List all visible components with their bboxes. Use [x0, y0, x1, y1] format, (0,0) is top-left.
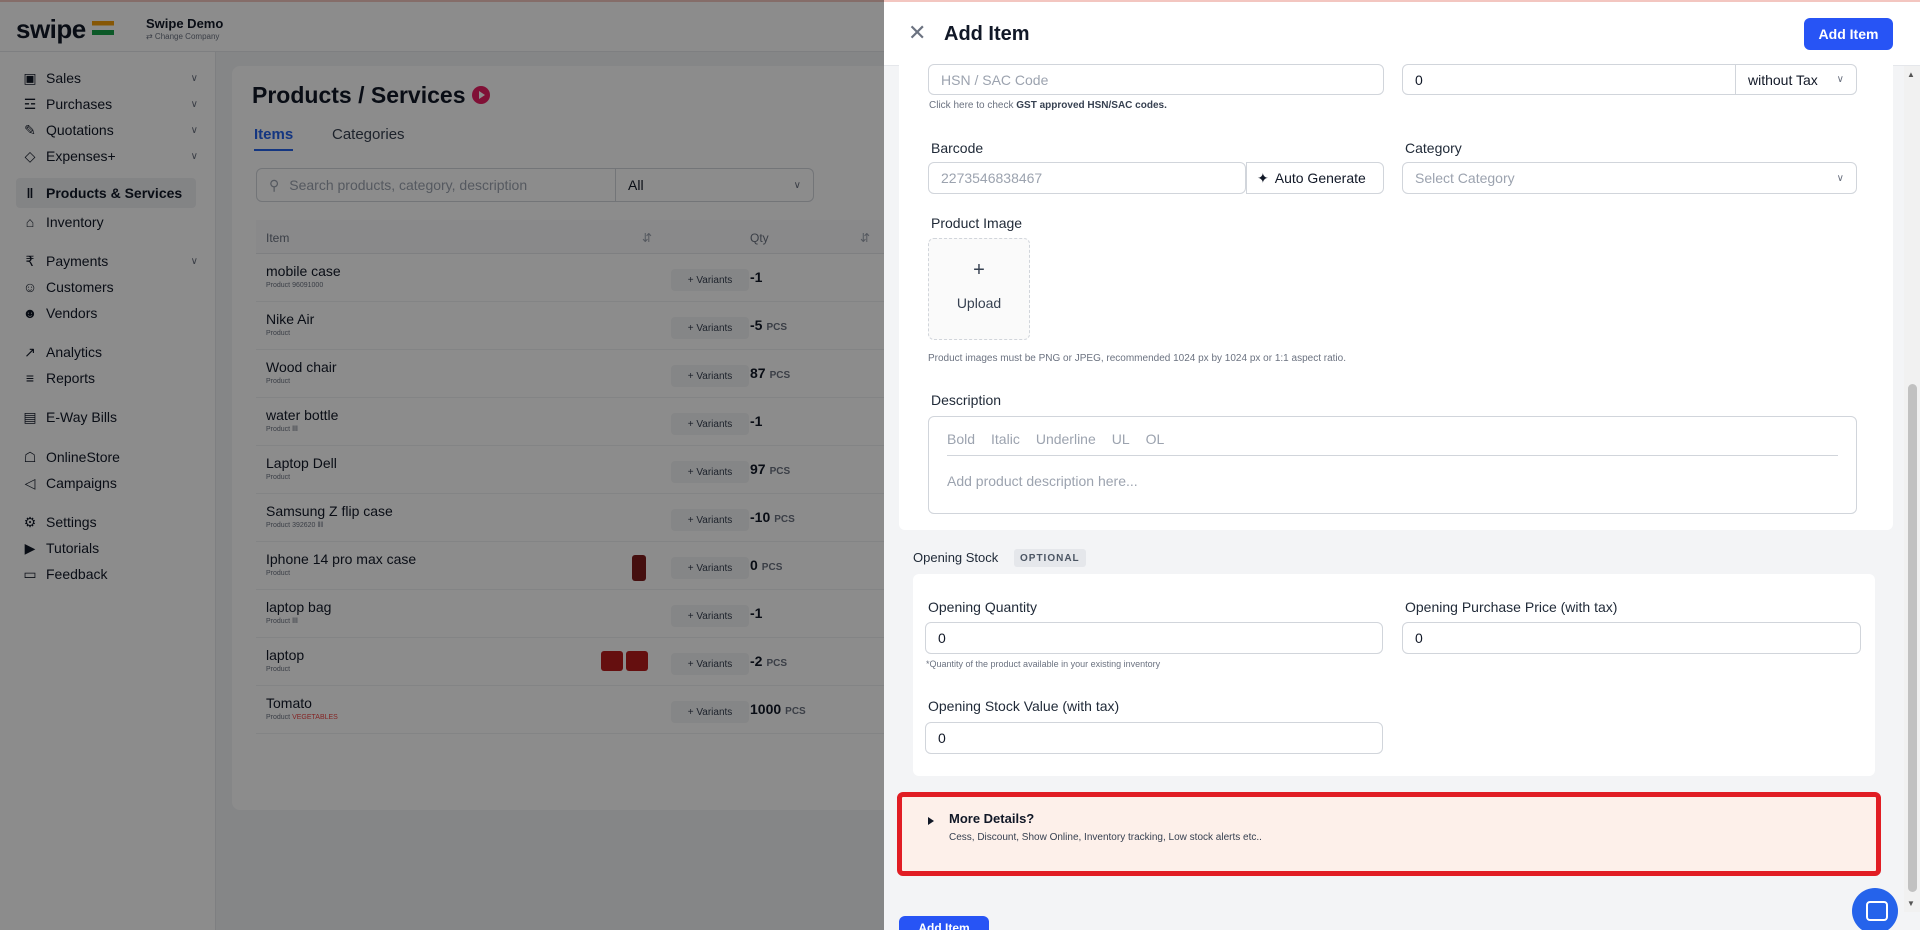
drawer-title: Add Item [944, 23, 1030, 45]
chevron-down-icon: ∨ [1836, 74, 1844, 85]
description-editor[interactable]: Bold Italic Underline UL OL Add product desc… [928, 416, 1857, 514]
close-icon[interactable]: ✕ [908, 22, 926, 44]
optional-badge: OPTIONAL [1014, 549, 1086, 567]
opening-qty-hint: *Quantity of the product available in yo… [926, 659, 1161, 669]
editor-tool-underline[interactable]: Underline [1036, 431, 1096, 447]
chat-support-icon[interactable] [1852, 888, 1898, 930]
opening-value-value: 0 [938, 730, 946, 746]
price-value: 0 [1415, 71, 1423, 88]
barcode-label: Barcode [931, 140, 984, 156]
modal-overlay[interactable] [0, 0, 884, 930]
editor-tool-ul[interactable]: UL [1112, 431, 1130, 447]
image-hint: Product images must be PNG or JPEG, reco… [928, 353, 1346, 364]
scrollbar-thumb[interactable] [1908, 384, 1917, 892]
price-input[interactable]: 0 [1402, 64, 1736, 95]
category-label: Category [1405, 140, 1462, 156]
drawer-scrollbar[interactable]: ▲ ▼ [1904, 66, 1920, 912]
hsn-hint-text: Click here to check [929, 100, 1017, 111]
opening-price-value: 0 [1415, 630, 1423, 646]
editor-toolbar: Bold Italic Underline UL OL [947, 431, 1164, 447]
opening-price-input[interactable]: 0 [1402, 622, 1861, 654]
editor-tool-ol[interactable]: OL [1146, 431, 1165, 447]
caret-right-icon [928, 817, 934, 825]
editor-divider [947, 455, 1838, 456]
description-placeholder: Add product description here... [947, 473, 1138, 489]
opening-qty-label: Opening Quantity [928, 599, 1037, 615]
opening-price-label: Opening Purchase Price (with tax) [1405, 599, 1618, 615]
chevron-down-icon: ∨ [1836, 172, 1844, 184]
barcode-placeholder: 2273546838467 [941, 170, 1043, 186]
description-label: Description [931, 392, 1002, 408]
hsn-hint-link[interactable]: GST approved HSN/SAC codes. [1016, 100, 1167, 111]
tax-mode-select[interactable]: without Tax ∨ [1736, 64, 1857, 95]
more-details-section[interactable]: More Details? Cess, Discount, Show Onlin… [897, 792, 1881, 876]
product-image-label: Product Image [931, 215, 1023, 231]
category-select[interactable]: Select Category ∨ [1402, 162, 1857, 194]
auto-generate-label: Auto Generate [1274, 170, 1366, 186]
opening-qty-input[interactable]: 0 [925, 622, 1383, 654]
more-details-title: More Details? [949, 811, 1035, 826]
magic-wand-icon: ✦ [1257, 169, 1269, 186]
footer-add-item-button[interactable]: Add Item [899, 916, 989, 930]
scroll-down-icon[interactable]: ▼ [1907, 899, 1915, 908]
opening-value-input[interactable]: 0 [925, 722, 1383, 754]
hsn-input[interactable]: HSN / SAC Code [928, 64, 1384, 95]
barcode-input[interactable]: 2273546838467 [928, 162, 1246, 194]
plus-icon: + [973, 259, 985, 281]
hsn-hint[interactable]: Click here to check GST approved HSN/SAC… [929, 100, 1167, 111]
opening-value-label: Opening Stock Value (with tax) [928, 698, 1120, 714]
auto-generate-button[interactable]: ✦ Auto Generate [1246, 162, 1384, 194]
more-details-subtitle: Cess, Discount, Show Online, Inventory t… [949, 832, 1262, 843]
upload-label: Upload [956, 295, 1002, 311]
editor-tool-bold[interactable]: Bold [947, 431, 975, 447]
editor-tool-italic[interactable]: Italic [991, 431, 1020, 447]
opening-qty-value: 0 [938, 630, 946, 646]
add-item-button[interactable]: Add Item [1804, 18, 1893, 50]
tax-mode-value: without Tax [1748, 71, 1818, 88]
category-placeholder: Select Category [1415, 170, 1515, 186]
scroll-up-icon[interactable]: ▲ [1907, 70, 1915, 79]
image-upload[interactable]: + Upload [928, 238, 1030, 340]
hsn-placeholder: HSN / SAC Code [941, 71, 1049, 88]
opening-stock-label: Opening Stock [913, 550, 999, 565]
